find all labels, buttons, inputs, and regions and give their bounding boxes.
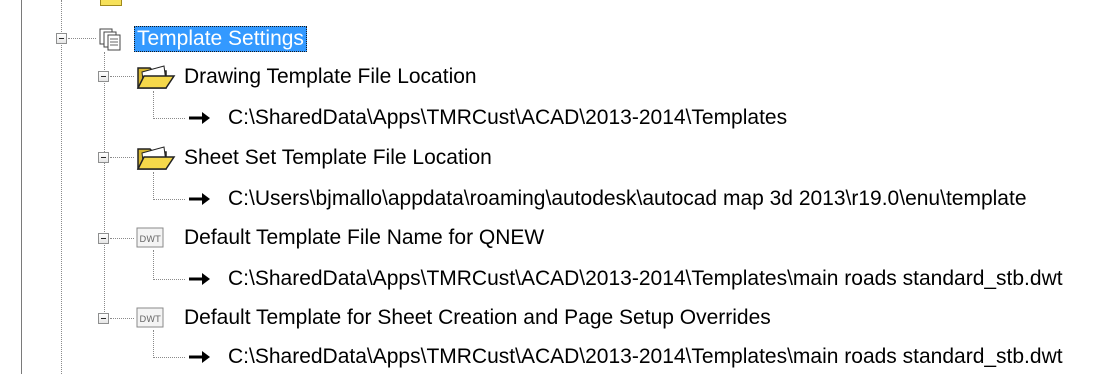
- template-settings-icon: [99, 28, 121, 51]
- tree-border-line: [21, 0, 22, 374]
- tree-connector: [110, 76, 134, 77]
- folder-open-icon: [136, 65, 176, 89]
- tree-guide-line: [153, 330, 154, 358]
- path-value: C:\SharedData\Apps\TMRCust\ACAD\2013-201…: [228, 267, 1063, 290]
- arrow-right-icon: [189, 351, 210, 363]
- collapse-toggle[interactable]: [98, 152, 109, 163]
- arrow-right-icon: [189, 193, 210, 205]
- tree-connector: [110, 318, 134, 319]
- tree-guide-line: [153, 91, 154, 119]
- tree-connector: [153, 199, 185, 200]
- tree-guide-line: [61, 0, 62, 374]
- tree-node-label[interactable]: Sheet Set Template File Location: [184, 145, 492, 171]
- tree-connector: [110, 157, 134, 158]
- tree-guide-line: [153, 172, 154, 200]
- partial-folder-icon: [100, 0, 122, 6]
- svg-text:DWT: DWT: [139, 315, 161, 325]
- collapse-toggle[interactable]: [98, 233, 109, 244]
- path-value: C:\SharedData\Apps\TMRCust\ACAD\2013-201…: [228, 345, 1063, 368]
- tree-connector: [110, 238, 134, 239]
- folder-open-icon: [136, 146, 176, 170]
- svg-text:DWT: DWT: [139, 235, 161, 245]
- tree-node-label[interactable]: Drawing Template File Location: [184, 64, 477, 90]
- collapse-toggle[interactable]: [98, 313, 109, 324]
- tree-node-label[interactable]: Template Settings: [134, 26, 307, 52]
- tree-node-label[interactable]: Default Template for Sheet Creation and …: [184, 305, 771, 331]
- tree-guide-line: [104, 52, 105, 322]
- dwt-file-icon: DWT: [136, 227, 164, 248]
- tree-connector: [153, 279, 185, 280]
- collapse-toggle[interactable]: [56, 33, 67, 44]
- path-value: C:\Users\bjmallo\appdata\roaming\autodes…: [228, 187, 1027, 210]
- arrow-right-icon: [189, 112, 210, 124]
- tree-connector: [153, 357, 185, 358]
- tree-connector: [153, 118, 185, 119]
- path-value: C:\SharedData\Apps\TMRCust\ACAD\2013-201…: [228, 106, 788, 129]
- dwt-file-icon: DWT: [136, 307, 164, 328]
- tree-guide-line: [153, 250, 154, 280]
- tree-node-label[interactable]: Default Template File Name for QNEW: [184, 225, 544, 251]
- tree-connector: [68, 38, 96, 39]
- collapse-toggle[interactable]: [98, 71, 109, 82]
- arrow-right-icon: [189, 273, 210, 285]
